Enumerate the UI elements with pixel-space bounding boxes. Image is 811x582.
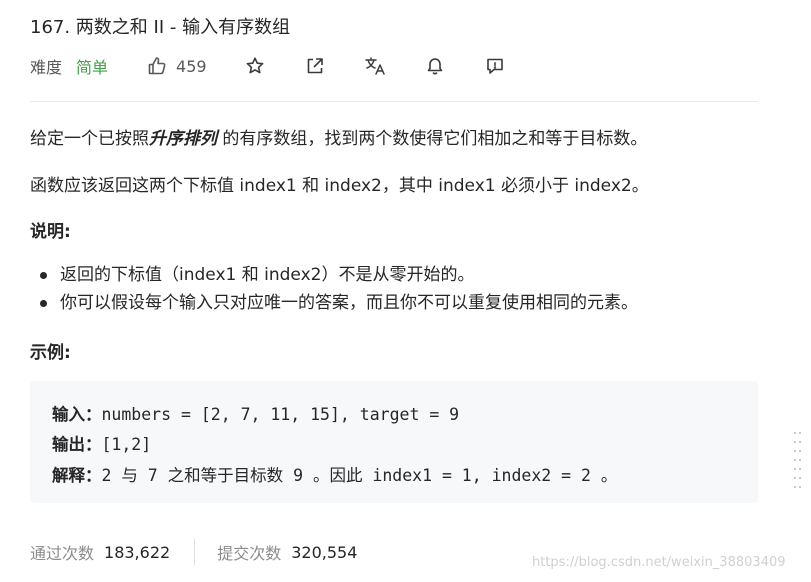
description-paragraph-1: 给定一个已按照升序排列 的有序数组，找到两个数使得它们相加之和等于目标数。: [30, 124, 647, 149]
difficulty-label: 难度: [30, 58, 63, 77]
description-text: 给定一个已按照: [30, 129, 149, 149]
like-count: 459: [176, 56, 207, 76]
problem-meta: 难度 简单 459: [30, 54, 506, 78]
example-input-line: 输入：numbers = [2, 7, 11, 15], target = 9: [52, 401, 459, 425]
watermark: https://blog.csdn.net/weixin_38803409: [532, 555, 786, 570]
feedback-icon[interactable]: [484, 55, 506, 77]
explanation-value: 2 与 7 之和等于目标数 9 。因此 index1 = 1, index2 =…: [101, 466, 618, 485]
like-button[interactable]: 459: [146, 55, 207, 77]
output-value: [1,2]: [101, 435, 152, 454]
notes-list: 返回的下标值（index1 和 index2）不是从零开始的。 你可以假设每个输…: [40, 263, 638, 319]
accepted-label: 通过次数: [30, 544, 95, 563]
submission-stats: 通过次数 183,622 提交次数 320,554: [30, 539, 357, 565]
stats-divider: [194, 539, 196, 565]
accepted-count: 183,622: [104, 542, 171, 562]
example-code-block: 输入：numbers = [2, 7, 11, 15], target = 9 …: [30, 381, 758, 503]
output-label: 输出：: [52, 435, 102, 454]
thumbs-up-icon: [146, 55, 168, 77]
problem-title: 167. 两数之和 II - 输入有序数组: [30, 17, 291, 38]
drag-handle[interactable]: [794, 432, 802, 496]
explanation-label: 解释：: [52, 466, 102, 485]
description-text: 的有序数组，找到两个数使得它们相加之和等于目标数。: [217, 129, 648, 149]
translate-icon[interactable]: [364, 55, 386, 77]
list-item: 返回的下标值（index1 和 index2）不是从零开始的。: [40, 263, 638, 291]
submitted-count: 320,554: [291, 542, 358, 562]
notes-heading: 说明:: [30, 222, 71, 242]
list-item: 你可以假设每个输入只对应唯一的答案，而且你不可以重复使用相同的元素。: [40, 291, 638, 319]
input-value: numbers = [2, 7, 11, 15], target = 9: [101, 405, 460, 424]
star-icon[interactable]: [244, 55, 266, 77]
share-icon[interactable]: [304, 55, 326, 77]
example-output-line: 输出：[1,2]: [52, 431, 151, 455]
bell-icon[interactable]: [424, 55, 446, 77]
submitted-label: 提交次数: [217, 544, 282, 563]
emphasis-text: 升序排列: [149, 129, 217, 149]
example-explanation-line: 解释：2 与 7 之和等于目标数 9 。因此 index1 = 1, index…: [52, 462, 617, 486]
description-paragraph-2: 函数应该返回这两个下标值 index1 和 index2，其中 index1 必…: [30, 176, 649, 196]
difficulty-badge: 简单: [76, 58, 109, 77]
header-divider: [30, 101, 758, 102]
input-label: 输入：: [52, 405, 102, 424]
example-heading: 示例:: [30, 343, 71, 363]
